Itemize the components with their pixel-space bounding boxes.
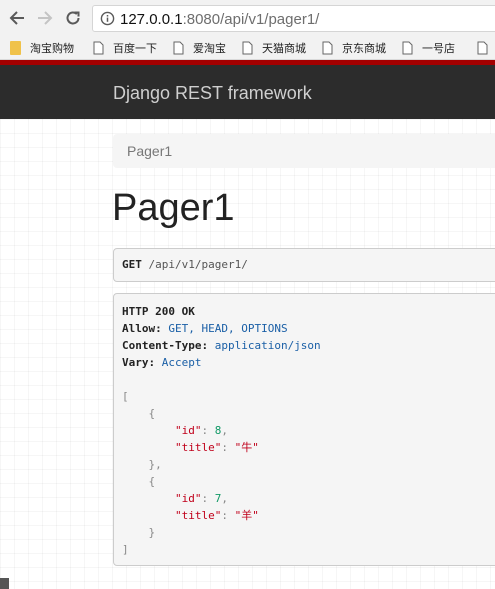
drf-navbar: Django REST framework (0, 60, 495, 119)
item-title-value: "羊" (234, 509, 259, 522)
bookmarks-bar: 淘宝购物 百度一下 爱淘宝 天猫商城 京东商城 一号店 (0, 36, 495, 60)
bookmark-item[interactable]: 一号店 (402, 40, 455, 56)
json-array-open: [ (122, 390, 129, 403)
arrow-left-icon (9, 11, 24, 25)
json-object-open: { (122, 407, 156, 420)
browser-toolbar: 127.0.0.1:8080/api/v1/pager1/ (0, 0, 495, 36)
json-field-title: "title": "羊" (174, 509, 259, 522)
request-info: GET /api/v1/pager1/ (113, 248, 495, 282)
url-text[interactable]: 127.0.0.1:8080/api/v1/pager1/ (120, 11, 319, 28)
page-icon (477, 41, 488, 55)
bookmark-item[interactable]: 天猫商城 (242, 40, 306, 56)
bookmark-label: 淘宝购物 (30, 43, 74, 55)
address-bar[interactable]: 127.0.0.1:8080/api/v1/pager1/ (92, 5, 495, 32)
breadcrumb-item-active: Pager1 (127, 143, 173, 159)
request-method: GET (122, 258, 142, 271)
page-icon (322, 41, 333, 55)
json-object-open: { (122, 475, 156, 488)
url-path: :8080/api/v1/pager1/ (182, 11, 320, 28)
response-info: HTTP 200 OK Allow: GET, HEAD, OPTIONS Cont… (113, 293, 495, 566)
back-button[interactable] (6, 6, 28, 30)
page-icon (93, 41, 104, 55)
header-key: Allow: (122, 322, 162, 335)
response-status: HTTP 200 OK (122, 305, 195, 318)
json-field-id: "id": 8, (174, 424, 228, 437)
page-title: Pager1 (112, 187, 235, 229)
breadcrumb: Pager1 (113, 134, 495, 168)
page-icon (242, 41, 253, 55)
page-icon (173, 41, 184, 55)
header-value: Accept (161, 356, 202, 369)
bookmark-item[interactable]: 爱淘宝 (173, 40, 226, 56)
json-field-id: "id": 7, (174, 492, 228, 505)
json-object-close: }, (122, 458, 162, 471)
header-value: GET, HEAD, OPTIONS (168, 322, 288, 335)
bookmark-label: 京东商城 (342, 43, 386, 55)
bookmark-item[interactable] (477, 40, 488, 56)
page-icon (402, 41, 413, 55)
header-key: Vary: (122, 356, 156, 369)
json-field-title: "title": "牛" (174, 441, 259, 454)
bookmark-item[interactable]: 京东商城 (322, 40, 386, 56)
bookmark-label: 爱淘宝 (193, 43, 226, 55)
bookmark-item[interactable]: 百度一下 (93, 40, 157, 56)
arrow-right-icon (38, 11, 53, 25)
bookmark-item[interactable]: 淘宝购物 (10, 40, 74, 56)
header-key: Content-Type: (122, 339, 209, 352)
info-icon[interactable] (100, 11, 115, 26)
bookmark-folder-icon (10, 41, 21, 55)
reload-button[interactable] (62, 6, 84, 30)
window-corner (0, 578, 9, 589)
brand-link[interactable]: Django REST framework (113, 83, 312, 104)
url-host: 127.0.0.1 (120, 11, 183, 28)
json-object-close: } (122, 526, 156, 539)
forward-button[interactable] (34, 6, 56, 30)
bookmark-label: 一号店 (422, 43, 455, 55)
reload-icon (66, 11, 80, 25)
page-content: Pager1 Pager1 GET /api/v1/pager1/ HTTP 2… (0, 119, 495, 589)
json-array-close: ] (122, 543, 129, 556)
request-path: /api/v1/pager1/ (148, 258, 248, 271)
header-value: application/json (214, 339, 321, 352)
bookmark-label: 百度一下 (113, 43, 157, 55)
bookmark-label: 天猫商城 (262, 43, 306, 55)
item-title-value: "牛" (234, 441, 259, 454)
